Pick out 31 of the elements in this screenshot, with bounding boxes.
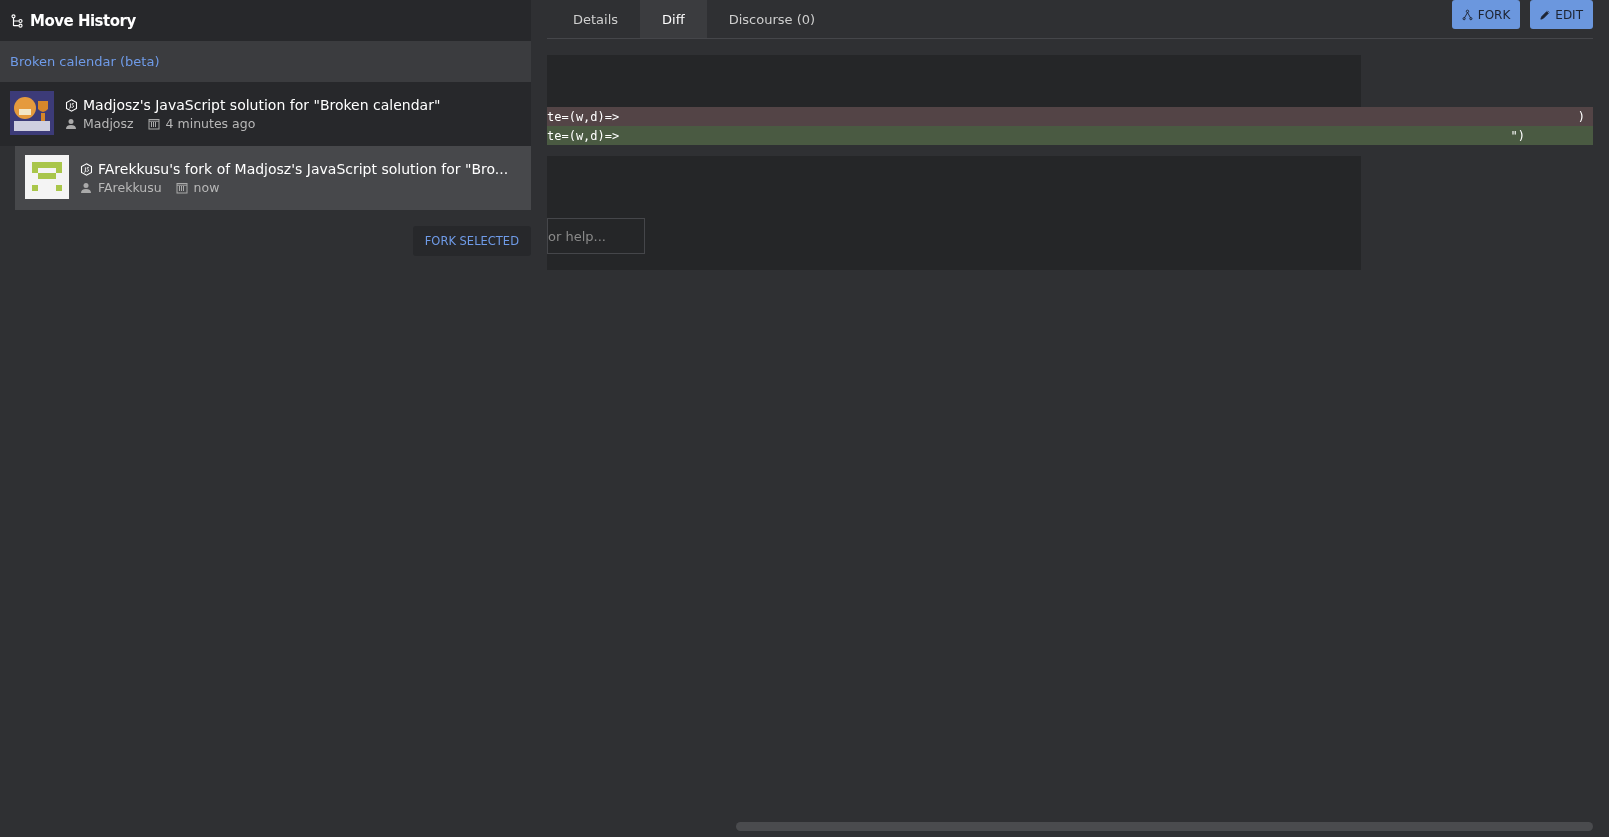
scrollbar[interactable] [736,822,1593,831]
code-text: ) [1577,109,1585,124]
kata-link[interactable]: Broken calendar (beta) [10,54,160,69]
code-text: te=(w,d)=> [547,109,620,124]
author-name: FArekkusu [98,180,162,195]
edit-button[interactable]: EDIT [1530,0,1593,29]
solution-title: Madjosz's JavaScript solution for "Broken calendar" [83,97,441,113]
user-icon [65,117,77,130]
solution-title: FArekkusu's fork of Madjosz's JavaScript solution for "Bro... [98,161,509,177]
panel-title: Move History [30,11,136,30]
js-icon [80,162,93,176]
calendar-icon [147,117,160,130]
pencil-icon [1540,9,1551,20]
js-icon [65,98,78,112]
fork-icon [1461,8,1473,21]
code-text: ") [1510,128,1526,143]
branch-icon [10,13,24,28]
fork-selected-button[interactable]: FORK SELECTED [412,226,531,256]
solution-item[interactable]: Madjosz's JavaScript solution for "Broken calendar" Madjosz 4 minutes ago [0,82,531,146]
tab[interactable]: Discourse (0) [706,0,838,38]
time-text: now [193,180,220,195]
calendar-icon [175,181,188,194]
tab[interactable]: Details [551,0,641,38]
user-icon [80,181,92,194]
help-field[interactable]: or help... [547,218,645,254]
time-text: 4 minutes ago [165,116,256,131]
code-text: te=(w,d)=> [547,128,620,143]
author-name: Madjosz [83,116,134,131]
tab[interactable]: Diff [640,0,707,38]
fork-button[interactable]: FORK [1451,0,1521,29]
solution-item[interactable]: FArekkusu's fork of Madjosz's JavaScript solution for "Bro... FArekkusu now [15,146,531,210]
